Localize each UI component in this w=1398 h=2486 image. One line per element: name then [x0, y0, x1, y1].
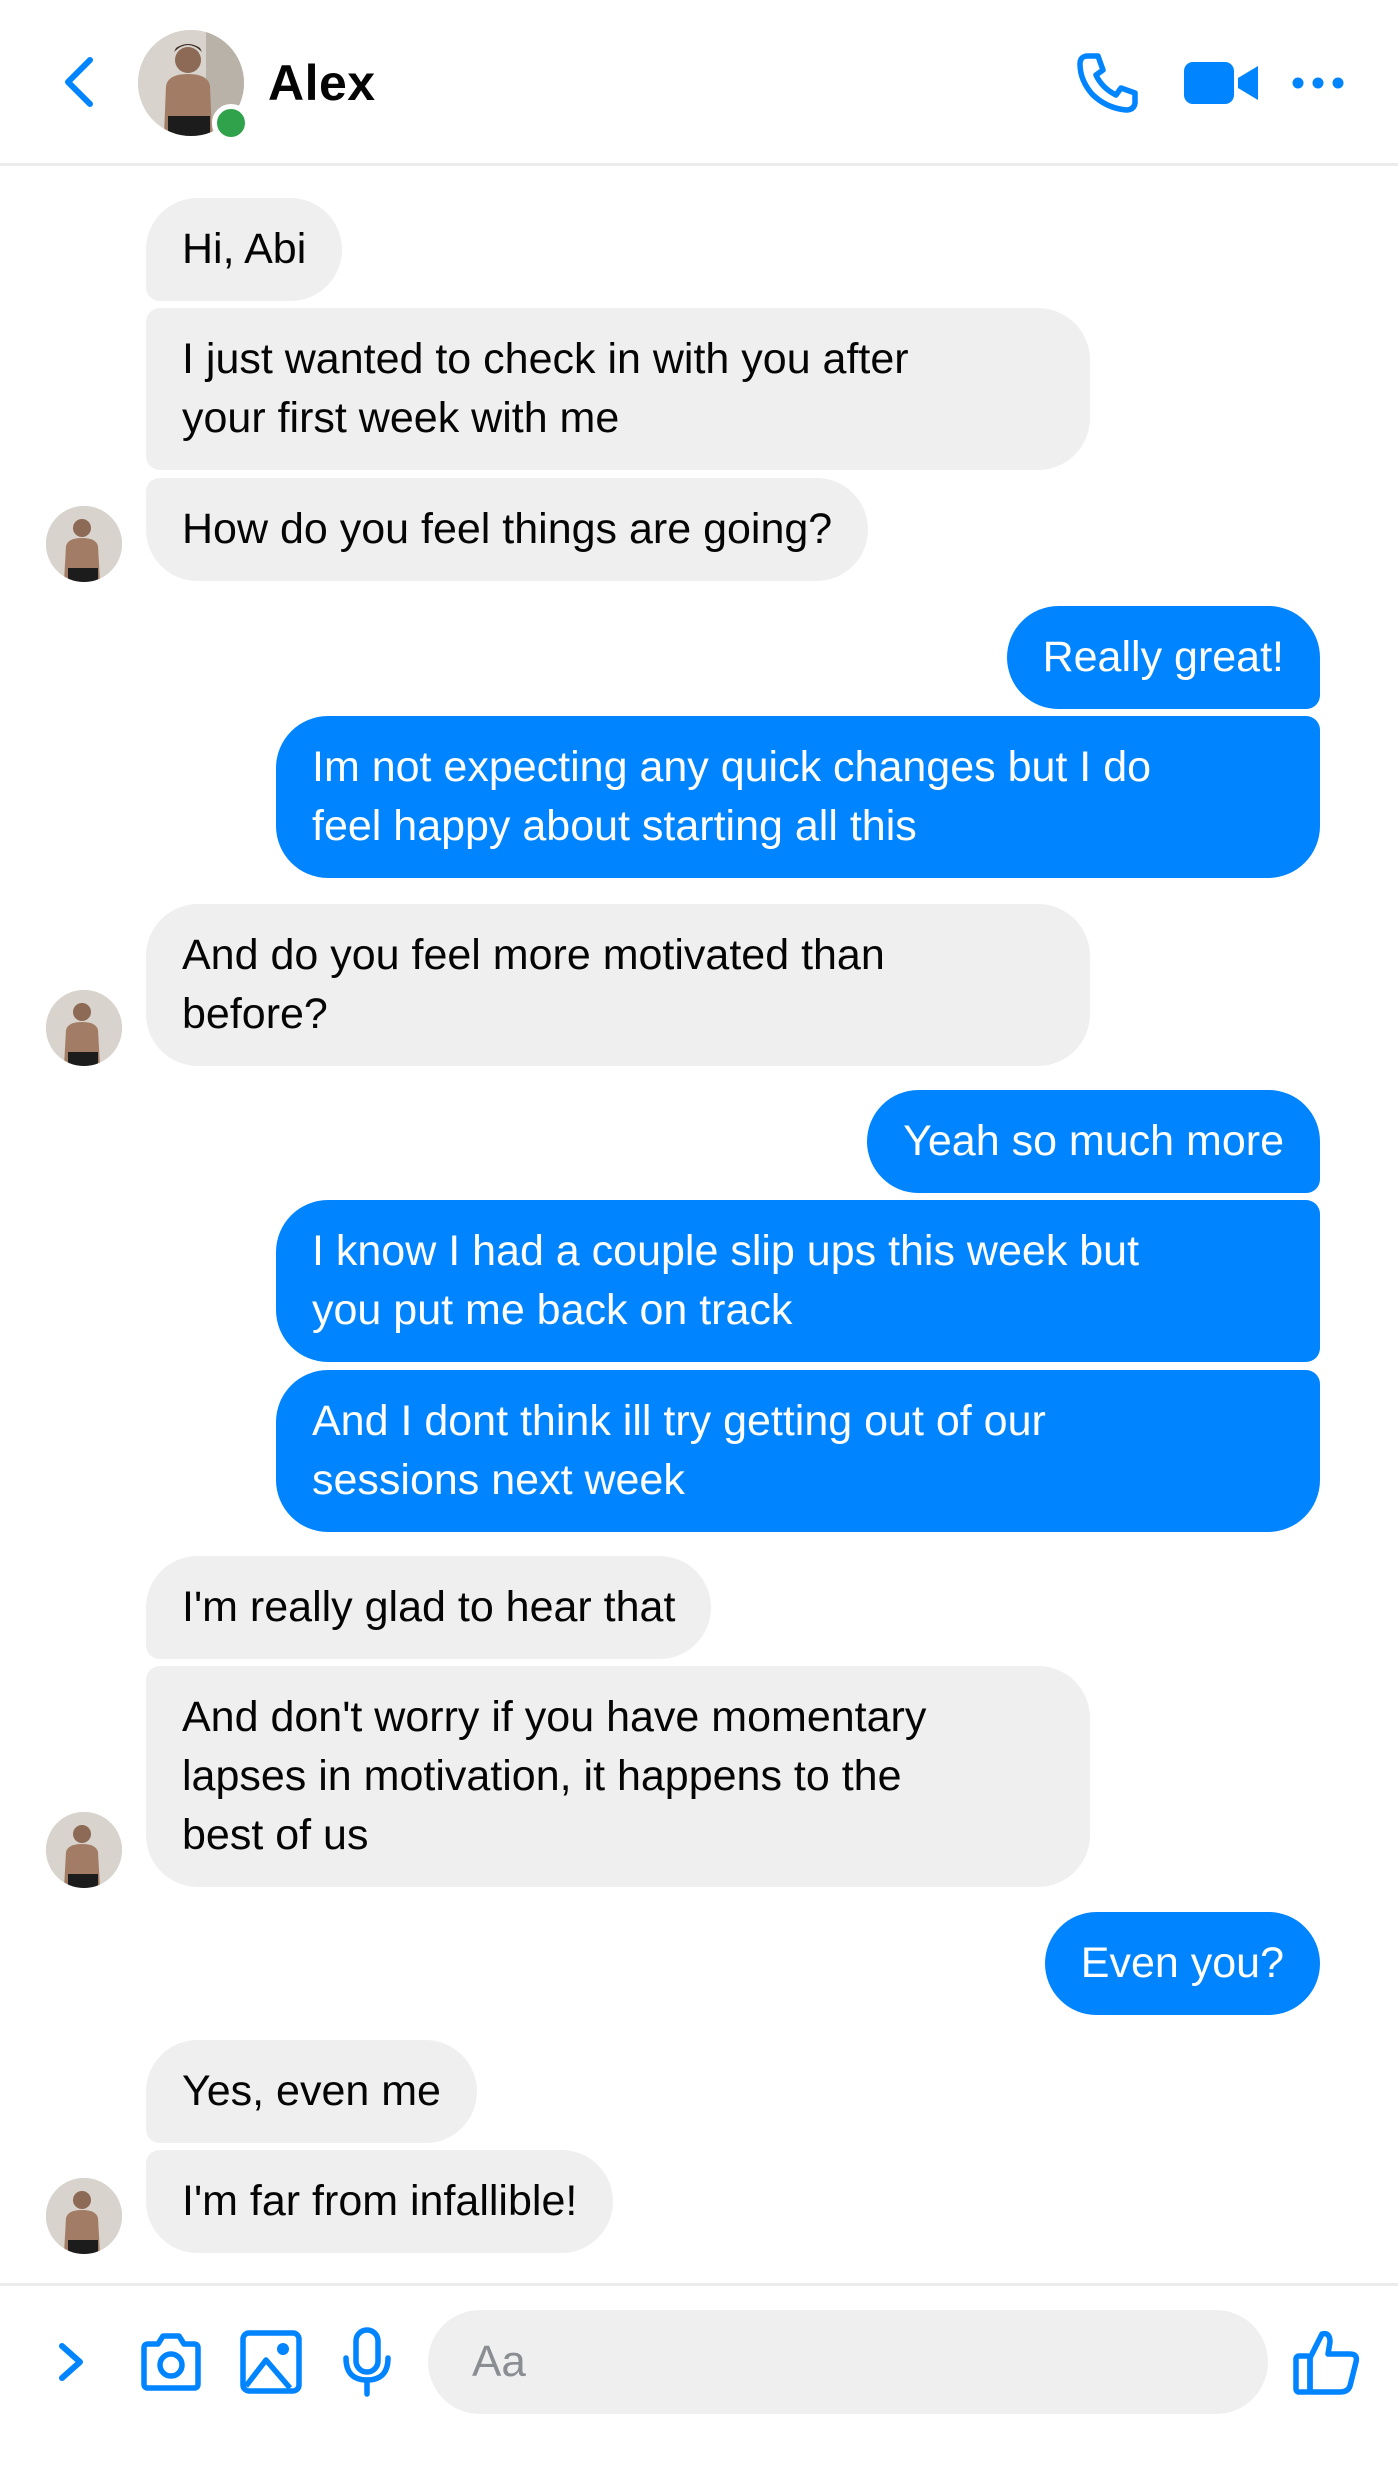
avatar-photo — [46, 2178, 122, 2254]
message-bubble-outgoing[interactable]: And I dont think ill try getting out of … — [276, 1370, 1320, 1532]
chat-header: Alex — [0, 0, 1398, 166]
sender-avatar[interactable] — [46, 2178, 122, 2254]
video-camera-icon — [1184, 62, 1258, 104]
back-chevron-icon — [65, 57, 93, 107]
expand-chevron-icon — [59, 2343, 83, 2381]
message-bubble-incoming[interactable]: And do you feel more motivated than befo… — [146, 904, 1090, 1066]
thumbs-up-icon — [1293, 2330, 1360, 2395]
online-status-dot — [212, 104, 250, 142]
like-button[interactable] — [1290, 2326, 1362, 2398]
contact-name[interactable]: Alex — [268, 54, 376, 112]
avatar-photo — [46, 1812, 122, 1888]
image-icon — [240, 2330, 302, 2394]
message-bubble-incoming[interactable]: How do you feel things are going? — [146, 478, 869, 581]
message-bubble-incoming[interactable]: I'm really glad to hear that — [146, 1556, 712, 1659]
gallery-button[interactable] — [238, 2326, 304, 2398]
camera-icon — [141, 2333, 201, 2391]
voice-message-button[interactable] — [340, 2326, 394, 2398]
message-bubble-outgoing[interactable]: Even you? — [1044, 1912, 1320, 2015]
message-bubble-incoming[interactable]: Hi, Abi — [146, 198, 343, 301]
message-bubble-outgoing[interactable]: Im not expecting any quick changes but I… — [276, 716, 1320, 878]
message-bubble-outgoing[interactable]: Yeah so much more — [867, 1090, 1320, 1193]
message-bubble-outgoing[interactable]: Really great! — [1006, 606, 1320, 709]
message-bubble-incoming[interactable]: I just wanted to check in with you after… — [146, 308, 1090, 470]
call-button[interactable] — [1072, 48, 1144, 118]
phone-icon — [1077, 53, 1138, 113]
camera-button[interactable] — [136, 2326, 206, 2398]
back-button[interactable] — [52, 52, 112, 112]
sender-avatar[interactable] — [46, 990, 122, 1066]
sender-avatar[interactable] — [46, 506, 122, 582]
avatar-photo — [46, 506, 122, 582]
message-input[interactable]: Aa — [428, 2310, 1268, 2414]
sender-avatar[interactable] — [46, 1812, 122, 1888]
message-bubble-outgoing[interactable]: I know I had a couple slip ups this week… — [276, 1200, 1320, 1362]
message-bubble-incoming[interactable]: I'm far from infallible! — [146, 2150, 614, 2253]
more-options-button[interactable] — [1288, 48, 1348, 118]
video-call-button[interactable] — [1180, 48, 1262, 118]
message-bubble-incoming[interactable]: Yes, even me — [146, 2040, 477, 2143]
more-options-icon — [1292, 77, 1344, 89]
expand-actions-button[interactable] — [50, 2326, 94, 2398]
avatar-photo — [46, 990, 122, 1066]
microphone-icon — [343, 2327, 391, 2397]
message-bubble-incoming[interactable]: And don't worry if you have momentary la… — [146, 1666, 1090, 1887]
